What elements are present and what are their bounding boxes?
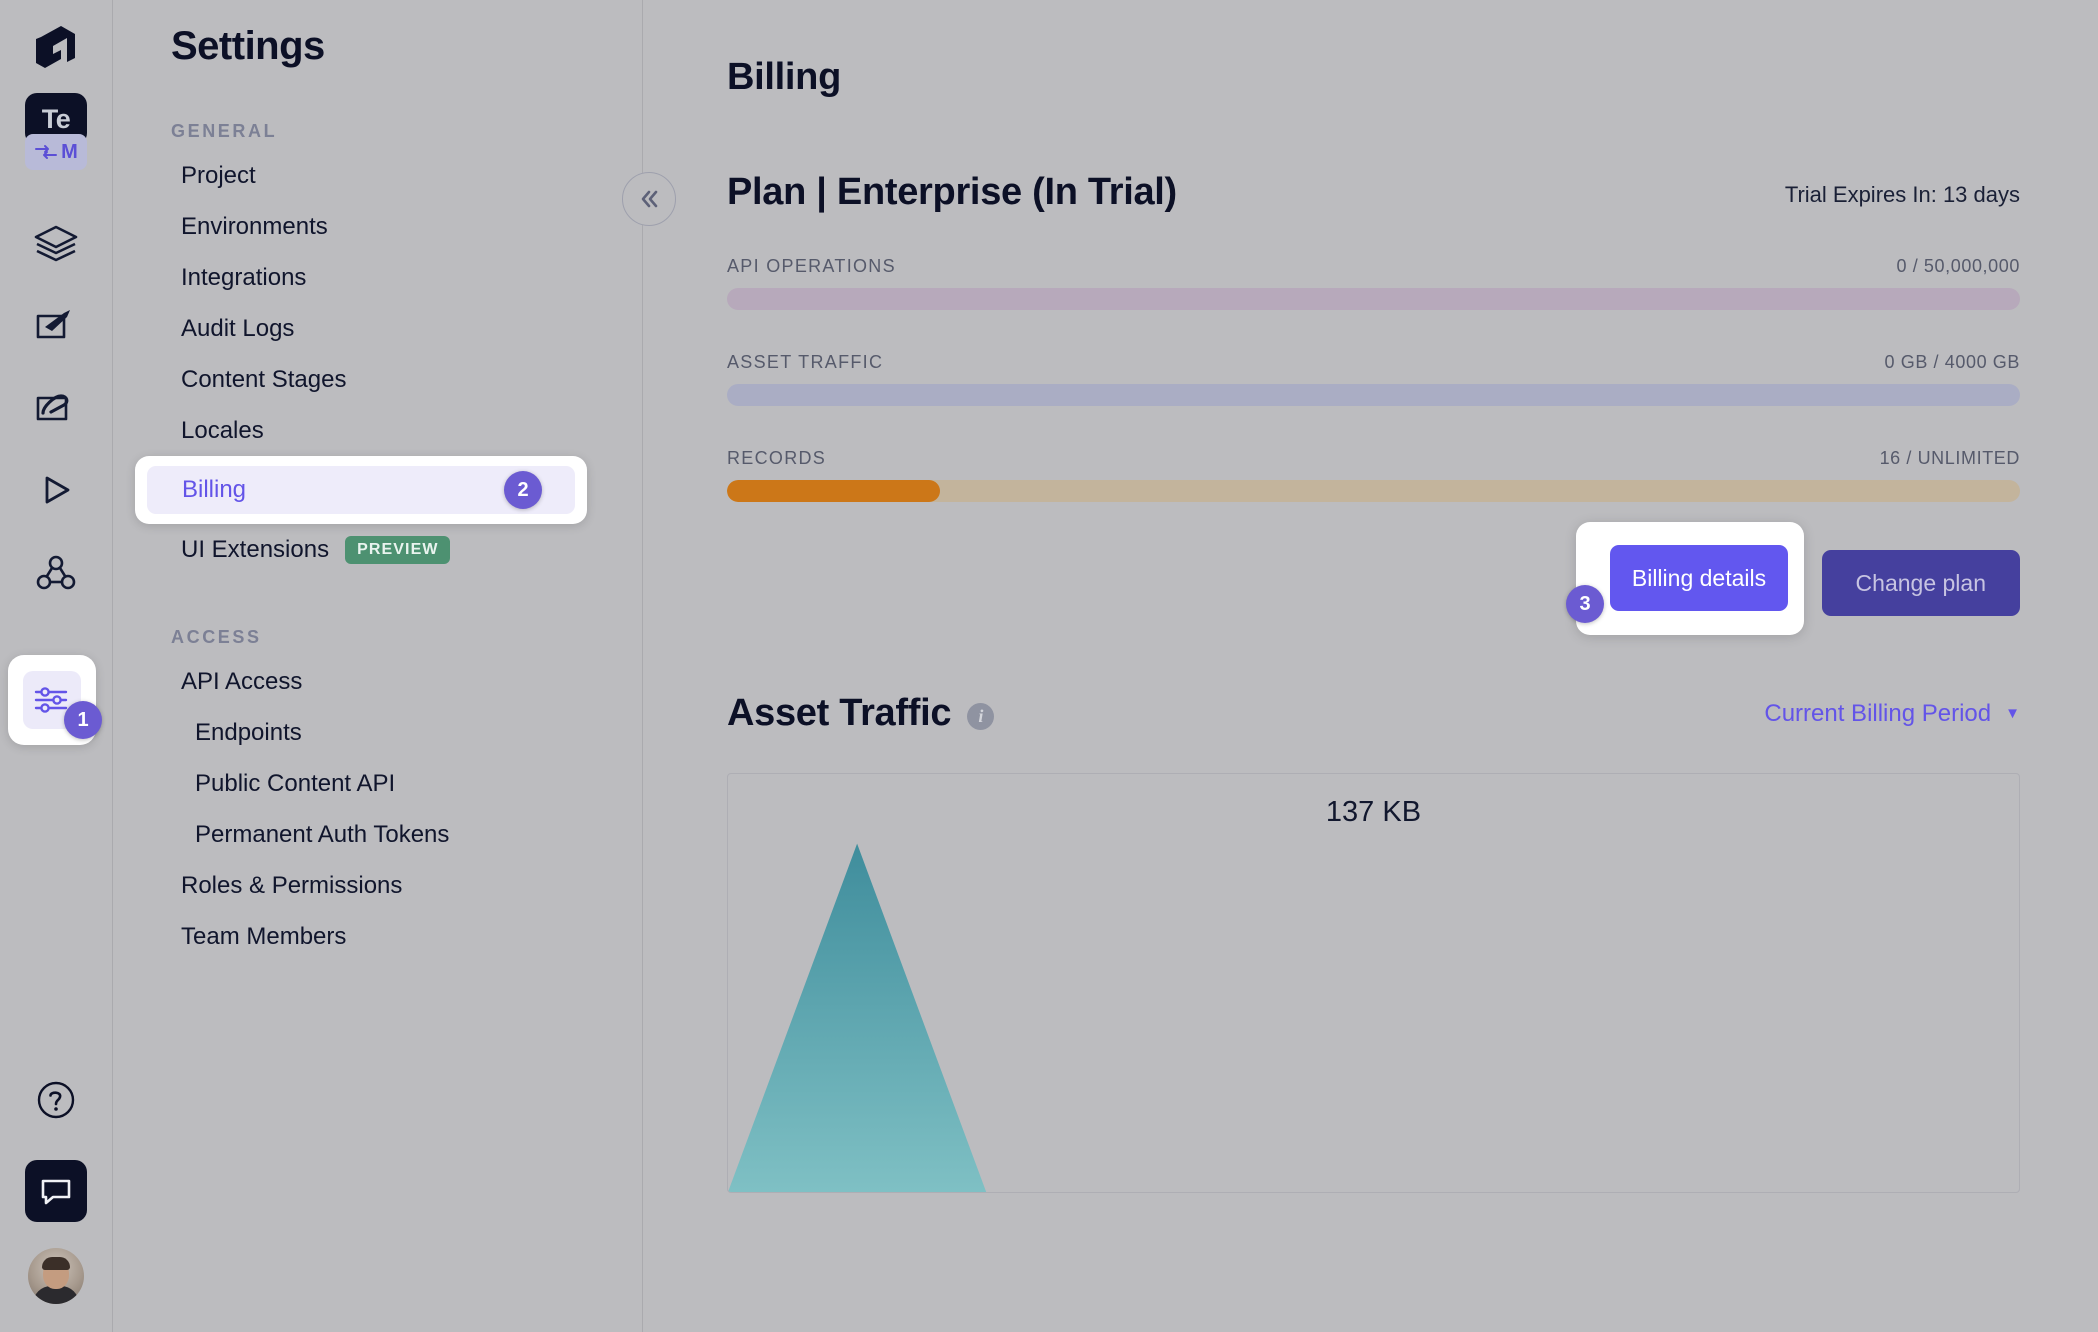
sidebar-collapse-button[interactable] — [622, 172, 676, 226]
asset-traffic-title: Asset Traffic — [727, 692, 952, 734]
environment-switch-icon — [35, 145, 58, 159]
asset-traffic-header: Asset Traffic i Current Billing Period ▼ — [727, 692, 2020, 735]
step-badge-2: 2 — [504, 471, 542, 509]
avatar[interactable] — [28, 1248, 84, 1304]
settings-sidebar: Settings GENERAL Project Environments In… — [113, 0, 643, 1332]
billing-period-label: Current Billing Period — [1764, 699, 1992, 727]
assets-edit-icon[interactable] — [18, 370, 94, 446]
sidebar-item-project[interactable]: Project — [113, 150, 642, 201]
meter-api-operations: API OPERATIONS 0 / 50,000,000 — [727, 256, 2020, 310]
sidebar-item-ui-extensions[interactable]: UI Extensions PREVIEW — [113, 524, 642, 575]
sidebar-item-label: Public Content API — [195, 769, 396, 797]
icon-rail: Te M 1 — [0, 0, 113, 1332]
sidebar-item-environments[interactable]: Environments — [113, 201, 642, 252]
sidebar-item-label: Locales — [181, 416, 264, 444]
sidebar-item-label: Project — [181, 161, 256, 189]
sidebar-item-permanent-auth-tokens[interactable]: Permanent Auth Tokens — [113, 809, 642, 860]
sidebar-item-label: Audit Logs — [181, 314, 295, 342]
environment-switcher[interactable]: M — [25, 134, 87, 170]
sidebar-item-endpoints[interactable]: Endpoints — [113, 707, 642, 758]
nav-group-label-access: ACCESS — [171, 627, 262, 647]
asset-traffic-title-wrap: Asset Traffic i — [727, 692, 995, 735]
step-badge-3: 3 — [1566, 585, 1604, 623]
avatar-hair — [42, 1256, 70, 1270]
billing-page-title: Billing — [727, 56, 841, 98]
main-content: Billing Plan | Enterprise (In Trial) Tri… — [643, 0, 2098, 1332]
meter-fill — [727, 480, 941, 502]
sidebar-item-roles-permissions[interactable]: Roles & Permissions — [113, 860, 642, 911]
meter-value: 0 / 50,000,000 — [1896, 256, 2020, 276]
plan-heading: Plan | Enterprise (In Trial) — [727, 171, 1177, 213]
chart-area-svg — [728, 843, 2019, 1192]
sidebar-item-label: Endpoints — [195, 718, 302, 746]
billing-details-button[interactable]: Billing details — [1610, 545, 1788, 611]
change-plan-button[interactable]: Change plan — [1821, 550, 2020, 616]
chevron-double-left-icon — [641, 190, 658, 208]
meter-track — [727, 288, 2020, 310]
chat-bubble-icon[interactable] — [25, 1160, 87, 1222]
sidebar-item-label: Content Stages — [181, 365, 347, 393]
sidebar-item-label: Roles & Permissions — [181, 871, 403, 899]
meter-track — [727, 480, 2020, 502]
meter-asset-traffic: ASSET TRAFFIC 0 GB / 4000 GB — [727, 352, 2020, 406]
asset-traffic-chart: 137 KB — [727, 773, 2020, 1193]
billing-callout: Billing 2 — [135, 456, 587, 524]
api-playground-icon[interactable] — [18, 452, 94, 528]
usage-meters: API OPERATIONS 0 / 50,000,000 ASSET TRAF… — [727, 256, 2020, 502]
sidebar-item-audit-logs[interactable]: Audit Logs — [113, 303, 642, 354]
billing-details-callout: Billing details 3 — [1566, 522, 1804, 635]
sidebar-item-integrations[interactable]: Integrations — [113, 252, 642, 303]
meter-value: 16 / UNLIMITED — [1879, 448, 2020, 468]
sidebar-item-team-members[interactable]: Team Members — [113, 911, 642, 962]
help-question-icon[interactable] — [18, 1062, 94, 1138]
sidebar-item-locales[interactable]: Locales — [113, 405, 642, 456]
sidebar-item-label: Integrations — [181, 263, 307, 291]
meter-label: ASSET TRAFFIC — [727, 352, 884, 372]
chevron-down-icon: ▼ — [2005, 705, 2020, 722]
meter-head: RECORDS 16 / UNLIMITED — [727, 448, 2020, 469]
environment-initial: M — [61, 140, 78, 163]
preview-badge: PREVIEW — [345, 535, 450, 564]
billing-actions: Billing details 3 Change plan — [727, 522, 2020, 635]
meter-value: 0 GB / 4000 GB — [1884, 352, 2020, 372]
sidebar-item-label: Billing — [182, 476, 247, 503]
step-badge-1: 1 — [64, 701, 102, 739]
schema-stack-icon[interactable] — [18, 206, 94, 282]
meter-records: RECORDS 16 / UNLIMITED — [727, 448, 2020, 502]
app-root: Te M 1 Settings GENERAL Project Environm… — [0, 0, 2098, 1332]
sidebar-item-label: Team Members — [181, 922, 347, 950]
sidebar-item-label: Permanent Auth Tokens — [195, 820, 450, 848]
nav-list-general: Project Environments Integrations Audit … — [113, 150, 642, 575]
sidebar-item-public-content-api[interactable]: Public Content API — [113, 758, 642, 809]
info-icon[interactable]: i — [967, 703, 995, 730]
sidebar-item-label: API Access — [181, 667, 303, 695]
nav-list-access: API Access Endpoints Public Content API … — [113, 656, 642, 962]
billing-period-select[interactable]: Current Billing Period ▼ — [1764, 700, 2020, 728]
meter-head: API OPERATIONS 0 / 50,000,000 — [727, 256, 2020, 277]
plan-row: Plan | Enterprise (In Trial) Trial Expir… — [727, 171, 2020, 214]
meter-head: ASSET TRAFFIC 0 GB / 4000 GB — [727, 352, 2020, 373]
sidebar-item-api-access[interactable]: API Access — [113, 656, 642, 707]
sidebar-item-billing-wrap: Billing 2 — [113, 456, 642, 524]
settings-rail-callout: 1 — [8, 655, 102, 745]
sidebar-item-label: Environments — [181, 212, 328, 240]
meter-label: RECORDS — [727, 448, 827, 468]
project-switcher[interactable]: Te M — [25, 93, 87, 170]
meter-track — [727, 384, 2020, 406]
trial-expiry-text: Trial Expires In: 13 days — [1784, 182, 2020, 207]
nav-group-label-general: GENERAL — [171, 121, 278, 141]
meter-label: API OPERATIONS — [727, 256, 896, 276]
webhooks-icon[interactable] — [18, 534, 94, 610]
rail-icon-list — [0, 206, 112, 616]
sidebar-item-label: UI Extensions — [181, 535, 330, 563]
hygraph-logo-icon[interactable] — [28, 20, 84, 76]
page-title: Settings — [171, 24, 325, 68]
sidebar-item-content-stages[interactable]: Content Stages — [113, 354, 642, 405]
content-edit-icon[interactable] — [18, 288, 94, 364]
